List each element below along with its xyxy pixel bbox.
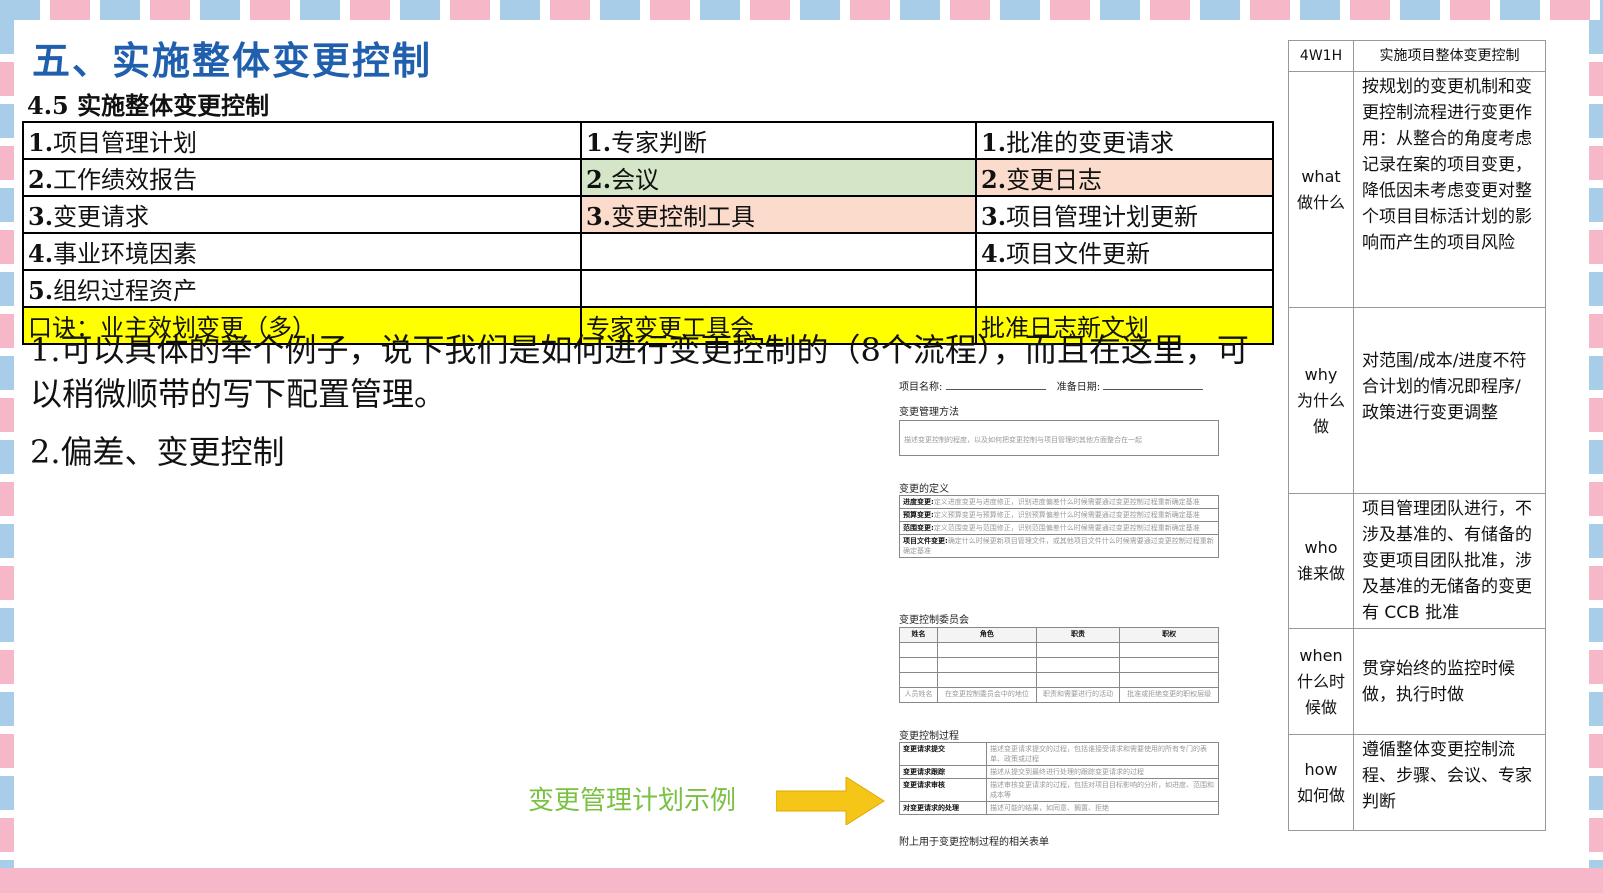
change-plan-form-image: 项目名称: 准备日期: 变更管理方法 描述变更控制的程度，以及如何把变更控制与项… [895,375,1230,853]
form-definition-table: 进度变更:定义进度变更与进度修正，识别进度偏差什么时候需要通过变更控制过程重新确… [899,495,1219,558]
input-cell: 4.事业环境因素 [22,232,582,271]
definition-row: 进度变更:定义进度变更与进度修正，识别进度偏差什么时候需要通过变更控制过程重新确… [899,495,1219,509]
ito-header: 4.5 实施整体变更控制 [23,86,1274,123]
w4h-text: 按规划的变更机制和变更控制流程进行变更作用：从整合的角度考虑记录在案的项目变更，… [1353,71,1546,308]
form-method-title: 变更管理方法 [899,407,959,418]
tool-cell: 1.专家判断 [580,121,977,160]
process-desc: 描述从提交到最终进行处理的跟踪变更请求的过程 [986,765,1219,779]
w4h-text: 对范围/成本/进度不符合计划的情况即程序/政策进行变更调整 [1353,307,1546,494]
output-cell [974,269,1275,308]
output-cell: 2.变更日志 [974,158,1275,197]
input-cell: 2.工作绩效报告 [22,158,582,197]
ccb-hint: 在变更控制委员会中的地位 [936,687,1037,703]
tool-cell [580,232,977,271]
form-method-box: 描述变更控制的程度，以及如何把变更控制与项目管理的其他方面整合在一起 [899,420,1219,456]
ito-row: 5.组织过程资产 [22,269,1275,308]
left-border-stripe [0,20,14,868]
form-ccb-table: 姓名 角色 职责 职权 人员姓名 在变更控制委员会中的地位 职责和需要进行的活动… [899,627,1219,703]
w4h-row-how: how 如何做 遵循整体变更控制流程、步骤、会议、专家判断 [1288,734,1546,831]
input-cell: 1.项目管理计划 [22,121,582,160]
definition-row: 预算变更:定义预算变更与预算修正，识别预算偏差什么时候需要通过变更控制过程重新确… [899,508,1219,522]
ito-row: 3.变更请求 3.变更控制工具 3.项目管理计划更新 [22,195,1275,234]
w4h-row-when: when 什么时候做 贯穿始终的监控时候做，执行时做 [1288,628,1546,735]
form-process-title: 变更控制过程 [899,731,959,742]
process-desc: 描述可能的结果，如同意、搁置、拒绝 [986,801,1219,815]
example-caption: 变更管理计划示例 [528,786,737,816]
ccb-hint: 职责和需要进行的活动 [1035,687,1121,703]
w4h-text: 贯穿始终的监控时候做，执行时做 [1353,628,1546,735]
w4h-header-key: 4W1H [1288,40,1354,72]
form-definition-title: 变更的定义 [899,484,949,495]
definition-row: 项目文件变更:确定什么时候更新项目管理文件，或其他项目文件什么时候需要通过变更控… [899,534,1219,558]
tool-cell: 2.会议 [580,158,977,197]
ccb-header: 职权 [1119,627,1219,643]
slide-title: 五、实施整体变更控制 [32,38,433,83]
w4h-text: 项目管理团队进行，不涉及基准的、有储备的变更项目团队批准，涉及基准的无储备的变更… [1353,493,1546,629]
ito-row: 1.项目管理计划 1.专家判断 1.批准的变更请求 [22,121,1275,160]
w4h-row-why: why 为什么做 对范围/成本/进度不符合计划的情况即程序/政策进行变更调整 [1288,307,1546,494]
output-cell: 1.批准的变更请求 [974,121,1275,160]
form-header: 项目名称: 准备日期: [899,378,1211,393]
w4h-row-who: who 谁来做 项目管理团队进行，不涉及基准的、有储备的变更项目团队批准，涉及基准… [1288,493,1546,629]
output-cell: 4.项目文件更新 [974,232,1275,271]
ccb-header: 姓名 [899,627,938,643]
tool-cell [580,269,977,308]
form-ccb-title: 变更控制委员会 [899,615,969,626]
top-border-stripe [0,0,1603,20]
ito-table: 4.5 实施整体变更控制 1.项目管理计划 1.专家判断 1.批准的变更请求 2… [22,86,1275,345]
definition-row: 范围变更:定义范围变更与范围修正，识别范围偏差什么时候需要通过变更控制过程重新确… [899,521,1219,535]
input-cell: 5.组织过程资产 [22,269,582,308]
ito-row: 4.事业环境因素 4.项目文件更新 [22,232,1275,271]
arrow-right-icon [776,777,885,825]
ccb-header: 角色 [936,627,1037,643]
form-process-table: 变更请求提交 描述变更请求提交的过程，包括谁接受请求和需要使用的所有专门的表单、政… [899,742,1219,815]
tool-cell: 3.变更控制工具 [580,195,977,234]
w4h-row-what: what 做什么 按规划的变更机制和变更控制流程进行变更作用：从整合的角度考虑记录… [1288,71,1546,308]
ito-row: 2.工作绩效报告 2.会议 2.变更日志 [22,158,1275,197]
w4h-header-title: 实施项目整体变更控制 [1353,40,1546,72]
w4h-table: 4W1H 实施项目整体变更控制 what 做什么 按规划的变更机制和变更控制流程进… [1288,40,1546,831]
w4h-text: 遵循整体变更控制流程、步骤、会议、专家判断 [1353,734,1546,831]
output-cell: 3.项目管理计划更新 [974,195,1275,234]
process-desc: 描述变更请求提交的过程，包括谁接受请求和需要使用的所有专门的表单、政策或过程 [986,742,1219,766]
right-border-stripe [1589,20,1603,868]
input-cell: 3.变更请求 [22,195,582,234]
form-footer: 附上用于变更控制过程的相关表单 [899,837,1049,848]
ccb-hint: 批准或拒绝变更的职权层级 [1119,687,1219,703]
ccb-hint: 人员姓名 [899,687,938,703]
process-desc: 描述审核变更请求的过程，包括对项目目标影响的分析，如进度、范围和成本等 [986,778,1219,802]
bottom-border-stripe [0,868,1603,893]
ccb-header: 职责 [1035,627,1121,643]
